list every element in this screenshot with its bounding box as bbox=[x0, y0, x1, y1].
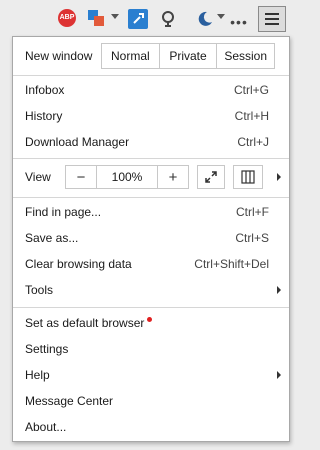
menu-item-settings[interactable]: Settings bbox=[13, 336, 289, 362]
new-window-private-button[interactable]: Private bbox=[158, 44, 217, 68]
menu-item-shortcut: Ctrl+J bbox=[237, 135, 269, 149]
menu-item-help[interactable]: Help bbox=[13, 362, 289, 388]
view-label: View bbox=[25, 170, 51, 184]
translate-dropdown-icon[interactable] bbox=[111, 14, 119, 19]
fullscreen-icon[interactable] bbox=[197, 165, 225, 189]
new-window-options: Normal Private Session bbox=[101, 43, 275, 69]
menu-separator bbox=[13, 307, 289, 308]
menu-item-infobox[interactable]: Infobox Ctrl+G bbox=[13, 77, 289, 103]
zoom-out-button[interactable]: − bbox=[66, 166, 96, 188]
extension-icon[interactable] bbox=[128, 9, 148, 29]
menu-icon[interactable] bbox=[258, 6, 286, 32]
menu-item-label: Clear browsing data bbox=[25, 257, 132, 271]
menu-item-label: Save as... bbox=[25, 231, 79, 245]
new-window-session-button[interactable]: Session bbox=[216, 44, 274, 68]
menu-item-shortcut: Ctrl+H bbox=[234, 109, 269, 123]
more-icon[interactable]: ••• bbox=[230, 11, 248, 33]
zoom-level: 100% bbox=[96, 166, 158, 188]
night-mode-icon[interactable] bbox=[196, 10, 214, 28]
zoom-in-button[interactable]: + bbox=[158, 166, 188, 188]
menu-item-label: Message Center bbox=[25, 394, 114, 408]
menu-item-message-center[interactable]: Message Center bbox=[13, 388, 289, 414]
menu-item-label: Find in page... bbox=[25, 205, 102, 219]
menu-item-find-in-page[interactable]: Find in page... Ctrl+F bbox=[13, 199, 289, 225]
menu-item-set-default-browser[interactable]: Set as default browser bbox=[13, 310, 289, 336]
adblock-icon[interactable]: ABP bbox=[58, 9, 76, 27]
translate-icon[interactable] bbox=[88, 10, 104, 26]
view-row: View − 100% + bbox=[13, 161, 289, 193]
menu-item-about[interactable]: About... bbox=[13, 414, 289, 440]
main-menu: New window Normal Private Session Infobo… bbox=[12, 36, 290, 442]
menu-item-shortcut: Ctrl+S bbox=[235, 231, 269, 245]
menu-item-shortcut: Ctrl+G bbox=[233, 83, 269, 97]
menu-item-shortcut: Ctrl+Shift+Del bbox=[194, 257, 269, 271]
menu-item-label: About... bbox=[25, 420, 67, 434]
zoom-control: − 100% + bbox=[65, 165, 189, 189]
columns-icon[interactable] bbox=[233, 165, 263, 189]
menu-separator bbox=[13, 197, 289, 198]
view-submenu-arrow-icon bbox=[277, 173, 281, 181]
menu-item-label: Settings bbox=[25, 342, 69, 356]
menu-item-label: History bbox=[25, 109, 63, 123]
menu-separator bbox=[13, 75, 289, 76]
zoom-icon[interactable] bbox=[160, 10, 178, 28]
new-window-normal-button[interactable]: Normal bbox=[102, 44, 159, 68]
menu-item-tools[interactable]: Tools bbox=[13, 277, 289, 303]
menu-item-label: Help bbox=[25, 368, 50, 382]
menu-item-label: Infobox bbox=[25, 83, 65, 97]
submenu-arrow-icon bbox=[277, 286, 281, 294]
menu-item-history[interactable]: History Ctrl+H bbox=[13, 103, 289, 129]
menu-item-text: Set as default browser bbox=[25, 316, 145, 330]
menu-item-label: Set as default browser bbox=[25, 316, 153, 330]
menu-item-download-manager[interactable]: Download Manager Ctrl+J bbox=[13, 129, 289, 155]
menu-item-label: Tools bbox=[25, 283, 54, 297]
menu-separator bbox=[13, 158, 289, 159]
night-mode-dropdown-icon[interactable] bbox=[217, 14, 225, 19]
menu-item-label: Download Manager bbox=[25, 135, 130, 149]
new-window-label: New window bbox=[25, 49, 93, 63]
menu-item-shortcut: Ctrl+F bbox=[236, 205, 269, 219]
new-window-row: New window Normal Private Session bbox=[13, 40, 289, 72]
notification-dot-icon bbox=[147, 317, 153, 322]
menu-item-save-as[interactable]: Save as... Ctrl+S bbox=[13, 225, 289, 251]
submenu-arrow-icon bbox=[277, 371, 281, 379]
browser-toolbar: ABP ••• bbox=[0, 0, 294, 36]
menu-item-clear-browsing-data[interactable]: Clear browsing data Ctrl+Shift+Del bbox=[13, 251, 289, 277]
